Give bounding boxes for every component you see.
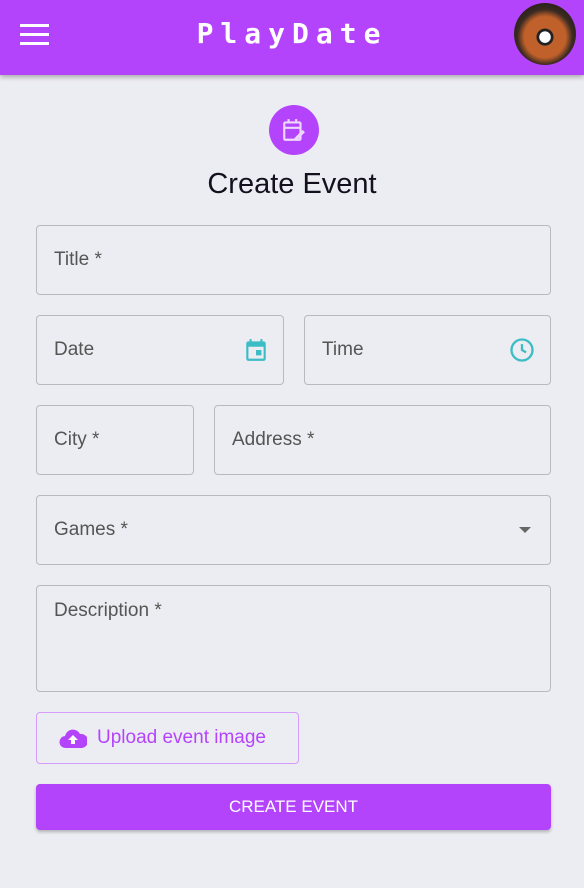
games-label: Games * <box>54 519 128 540</box>
upload-image-button[interactable]: Upload event image <box>36 712 299 764</box>
title-label: Title * <box>54 249 102 270</box>
time-input[interactable]: Time <box>304 315 551 385</box>
page-title: Create Event <box>207 168 377 200</box>
games-select[interactable]: Games * <box>36 495 551 565</box>
calendar-edit-icon <box>269 105 319 155</box>
create-event-label: CREATE EVENT <box>228 797 359 816</box>
description-label: Description * <box>54 600 162 621</box>
address-label: Address * <box>232 429 315 450</box>
create-event-button[interactable]: CREATE EVENT <box>36 784 551 830</box>
app-bar: PlayDate <box>0 0 584 75</box>
app-title: PlayDate <box>196 17 388 50</box>
address-input[interactable]: Address * <box>214 405 551 475</box>
avatar[interactable] <box>514 3 576 65</box>
description-textarea[interactable]: Description * <box>36 585 551 692</box>
date-label: Date <box>54 339 95 360</box>
title-input[interactable]: Title * <box>36 225 551 295</box>
date-input[interactable]: Date <box>36 315 284 385</box>
cloud-upload-icon <box>59 729 87 749</box>
dropdown-arrow-icon <box>519 527 531 533</box>
upload-label: Upload event image <box>97 727 266 748</box>
calendar-icon[interactable] <box>243 337 269 363</box>
clock-icon[interactable] <box>508 336 536 364</box>
city-input[interactable]: City * <box>36 405 194 475</box>
city-label: City * <box>54 429 100 450</box>
time-label: Time <box>322 339 364 360</box>
